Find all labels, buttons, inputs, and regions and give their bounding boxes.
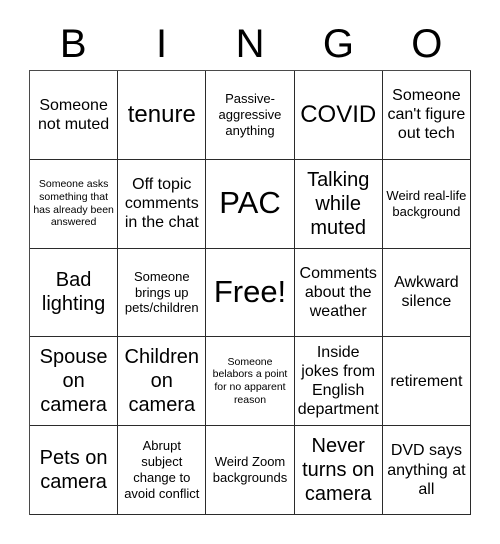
bingo-cell-text: Someone asks something that has already … (33, 178, 114, 229)
bingo-cell-b3[interactable]: Bad lighting (30, 248, 119, 338)
bingo-cell-text: Off topic comments in the chat (124, 175, 199, 232)
bingo-cell-text: Never turns on camera (302, 435, 375, 506)
bingo-cell-i5[interactable]: Abrupt subject change to avoid conflict (118, 426, 207, 515)
bingo-cell-i3[interactable]: Someone brings up pets/children (118, 248, 207, 338)
bingo-cell-o2[interactable]: Weird real-life background (382, 159, 471, 249)
bingo-cell-o3[interactable]: Awkward silence (382, 248, 471, 338)
bingo-cell-n1[interactable]: Passive-aggressive anything (206, 71, 295, 160)
bingo-cell-text: Someone belabors a point for no apparent… (212, 355, 288, 407)
bingo-cell-o1[interactable]: Someone can't figure out tech (382, 71, 471, 160)
bingo-cell-text: Bad lighting (41, 269, 106, 316)
bingo-cell-g5[interactable]: Never turns on camera (294, 426, 383, 515)
bingo-cell-n5[interactable]: Weird Zoom backgrounds (206, 426, 295, 515)
bingo-cell-text: Pets on camera (39, 447, 108, 494)
bingo-cell-free-space[interactable]: Free! (206, 248, 295, 338)
bingo-cell-text: Weird real-life background (386, 187, 467, 219)
bingo-cell-g1[interactable]: COVID (294, 71, 383, 160)
bingo-cell-text: Someone not muted (38, 96, 110, 133)
bingo-cell-text: Comments about the weather (299, 264, 377, 321)
bingo-cell-n4[interactable]: Someone belabors a point for no apparent… (206, 337, 295, 427)
bingo-cell-b2[interactable]: Someone asks something that has already … (30, 159, 119, 249)
bingo-header-letter-n: N (235, 22, 265, 66)
bingo-cell-i4[interactable]: Children on camera (118, 337, 207, 427)
bingo-cell-n2[interactable]: PAC (206, 159, 295, 249)
bingo-header-letter-g: G (322, 22, 354, 66)
bingo-header: B I N G O (29, 18, 471, 70)
bingo-cell-b4[interactable]: Spouse on camera (30, 337, 119, 427)
bingo-cell-text: Passive-aggressive anything (218, 91, 282, 138)
bingo-header-letter-b: B (59, 22, 87, 66)
bingo-cell-text: Free! (213, 274, 287, 310)
bingo-cell-text: tenure (127, 100, 196, 128)
bingo-cell-text: Awkward silence (394, 274, 459, 311)
bingo-cell-i2[interactable]: Off topic comments in the chat (118, 159, 207, 249)
bingo-cell-text: DVD says anything at all (387, 442, 466, 498)
bingo-cell-i1[interactable]: tenure (118, 71, 207, 160)
bingo-header-letter-o: O (411, 22, 443, 66)
bingo-cell-g4[interactable]: Inside jokes from English department (294, 337, 383, 427)
bingo-cell-text: PAC (219, 185, 281, 221)
bingo-cell-o4[interactable]: retirement (382, 337, 471, 427)
bingo-grid: Someone not muted tenure Passive-aggress… (29, 70, 471, 515)
bingo-cell-text: Someone can't figure out tech (387, 87, 466, 143)
bingo-card: B I N G O Someone not muted tenure Passi… (0, 0, 500, 544)
bingo-cell-g2[interactable]: Talking while muted (294, 159, 383, 249)
bingo-header-letter-i: I (156, 22, 168, 66)
bingo-cell-text: Spouse on camera (39, 346, 108, 417)
bingo-cell-text: Abrupt subject change to avoid conflict (124, 438, 200, 501)
bingo-cell-text: retirement (390, 372, 463, 390)
bingo-cell-text: COVID (300, 100, 377, 128)
bingo-cell-g3[interactable]: Comments about the weather (294, 248, 383, 338)
bingo-cell-text: Talking while muted (307, 168, 370, 239)
bingo-cell-text: Inside jokes from English department (297, 343, 379, 419)
bingo-cell-b1[interactable]: Someone not muted (30, 71, 119, 160)
bingo-cell-b5[interactable]: Pets on camera (30, 426, 119, 515)
bingo-cell-text: Weird Zoom backgrounds (212, 454, 288, 486)
bingo-cell-text: Children on camera (124, 346, 200, 417)
bingo-cell-text: Someone brings up pets/children (124, 268, 199, 316)
bingo-cell-o5[interactable]: DVD says anything at all (382, 426, 471, 515)
